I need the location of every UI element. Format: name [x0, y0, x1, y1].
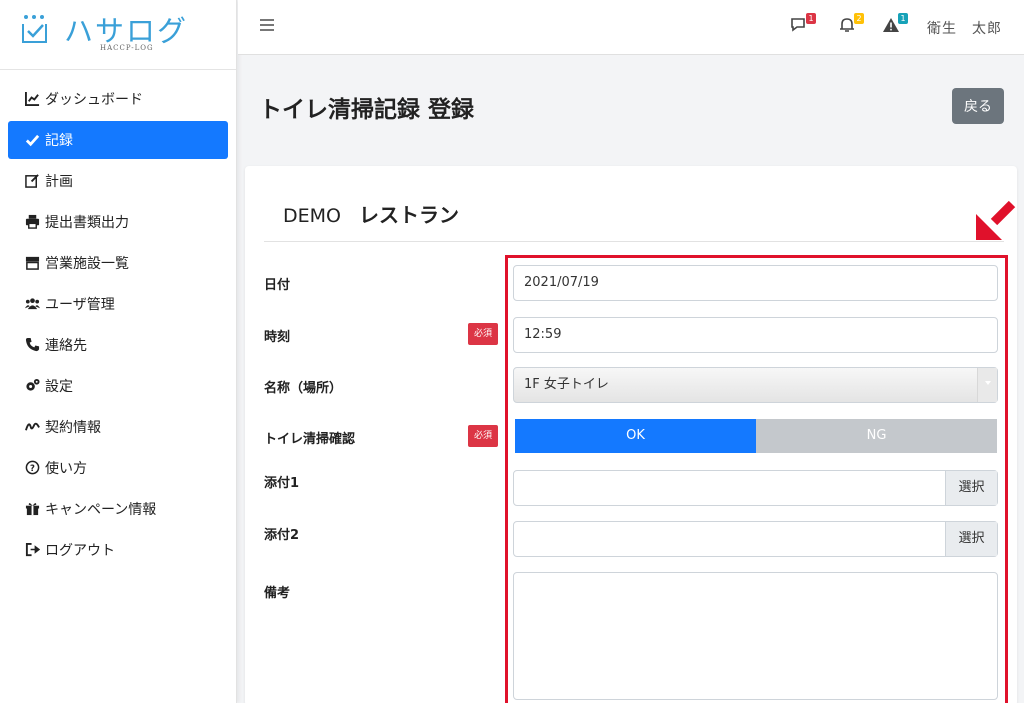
sidebar-item-contacts[interactable]: 連絡先 [0, 324, 236, 365]
sidebar-item-help[interactable]: ? 使い方 [0, 447, 236, 488]
sidebar-item-label: ログアウト [45, 542, 115, 559]
messages-button[interactable]: 1 [790, 13, 816, 35]
logo[interactable]: ハサログ HACCP-LOG [0, 0, 236, 70]
attach1-label: 添付1 [264, 476, 300, 491]
sidebar-item-plan[interactable]: 計画 [0, 160, 236, 201]
sidebar-item-label: 提出書類出力 [45, 214, 129, 231]
sidebar-item-records[interactable]: 記録 [8, 121, 228, 159]
back-button[interactable]: 戻る [952, 88, 1004, 124]
time-label: 時刻 [264, 330, 291, 345]
notes-label: 備考 [264, 586, 291, 601]
check-label: トイレ清掃確認 [264, 432, 356, 447]
divider [264, 241, 1004, 242]
sidebar-item-contract[interactable]: 契約情報 [0, 406, 236, 447]
sidebar-item-label: 設定 [45, 378, 73, 395]
sidebar-item-documents[interactable]: 提出書類出力 [0, 201, 236, 242]
gears-icon [23, 378, 41, 394]
gift-icon [23, 501, 41, 517]
sidebar-item-label: 記録 [45, 133, 73, 149]
svg-text:?: ? [30, 463, 35, 473]
sidebar-item-logout[interactable]: ログアウト [0, 529, 236, 570]
page-title: トイレ清掃記録 登録 [259, 97, 475, 123]
store-name: DEMO レストラン [283, 199, 459, 228]
store-icon [23, 255, 41, 271]
print-icon [23, 214, 41, 230]
store-name-main: DEMO [283, 205, 341, 227]
sidebar-item-label: 契約情報 [45, 419, 101, 436]
sign-out-icon [23, 542, 41, 558]
users-icon [23, 296, 41, 312]
sidebar-item-label: 連絡先 [45, 337, 87, 354]
alerts-button[interactable]: 1 [882, 13, 908, 35]
sidebar-nav: ダッシュボード 記録 計画 提出書類出力 営業施設一覧 ユーザ管理 連絡先 設定… [0, 70, 236, 570]
user-name[interactable]: 衛生 太郎 [927, 18, 1002, 38]
notifications-button[interactable]: 2 [838, 13, 864, 35]
annotation-arrow-icon [976, 200, 1016, 240]
alerts-badge: 1 [898, 13, 908, 24]
sidebar-item-dashboard[interactable]: ダッシュボード [0, 78, 236, 119]
check-icon [23, 132, 41, 148]
highlight-box [505, 255, 1008, 703]
sidebar-item-facilities[interactable]: 営業施設一覧 [0, 242, 236, 283]
chart-line-icon [23, 91, 41, 107]
top-bar: 1 2 1 衛生 太郎 [238, 0, 1024, 55]
sidebar-item-label: ダッシュボード [45, 91, 143, 108]
phone-icon [23, 337, 41, 353]
sidebar-item-campaign[interactable]: キャンペーン情報 [0, 488, 236, 529]
question-circle-icon: ? [23, 460, 41, 476]
sidebar: ハサログ HACCP-LOG ダッシュボード 記録 計画 提出書類出力 営業施設… [0, 0, 237, 703]
required-badge: 必須 [468, 425, 498, 447]
hamburger-menu-icon[interactable] [260, 19, 274, 33]
date-label: 日付 [264, 278, 291, 293]
sidebar-item-settings[interactable]: 設定 [0, 365, 236, 406]
store-name-sub: レストラン [358, 203, 459, 227]
attach2-label: 添付2 [264, 528, 300, 543]
sidebar-item-label: キャンペーン情報 [45, 501, 157, 518]
sidebar-item-label: ユーザ管理 [45, 296, 115, 313]
sidebar-item-users[interactable]: ユーザ管理 [0, 283, 236, 324]
sidebar-item-label: 計画 [45, 173, 73, 190]
sidebar-item-label: 使い方 [45, 460, 87, 477]
notifications-badge: 2 [854, 13, 864, 24]
logo-subtext: HACCP-LOG [100, 44, 154, 52]
sidebar-item-label: 営業施設一覧 [45, 255, 129, 272]
logo-check-icon [22, 15, 47, 43]
signature-icon [23, 419, 41, 435]
messages-badge: 1 [806, 13, 816, 24]
edit-icon [23, 173, 41, 189]
required-badge: 必須 [468, 323, 498, 345]
place-label: 名称（場所） [264, 381, 343, 396]
